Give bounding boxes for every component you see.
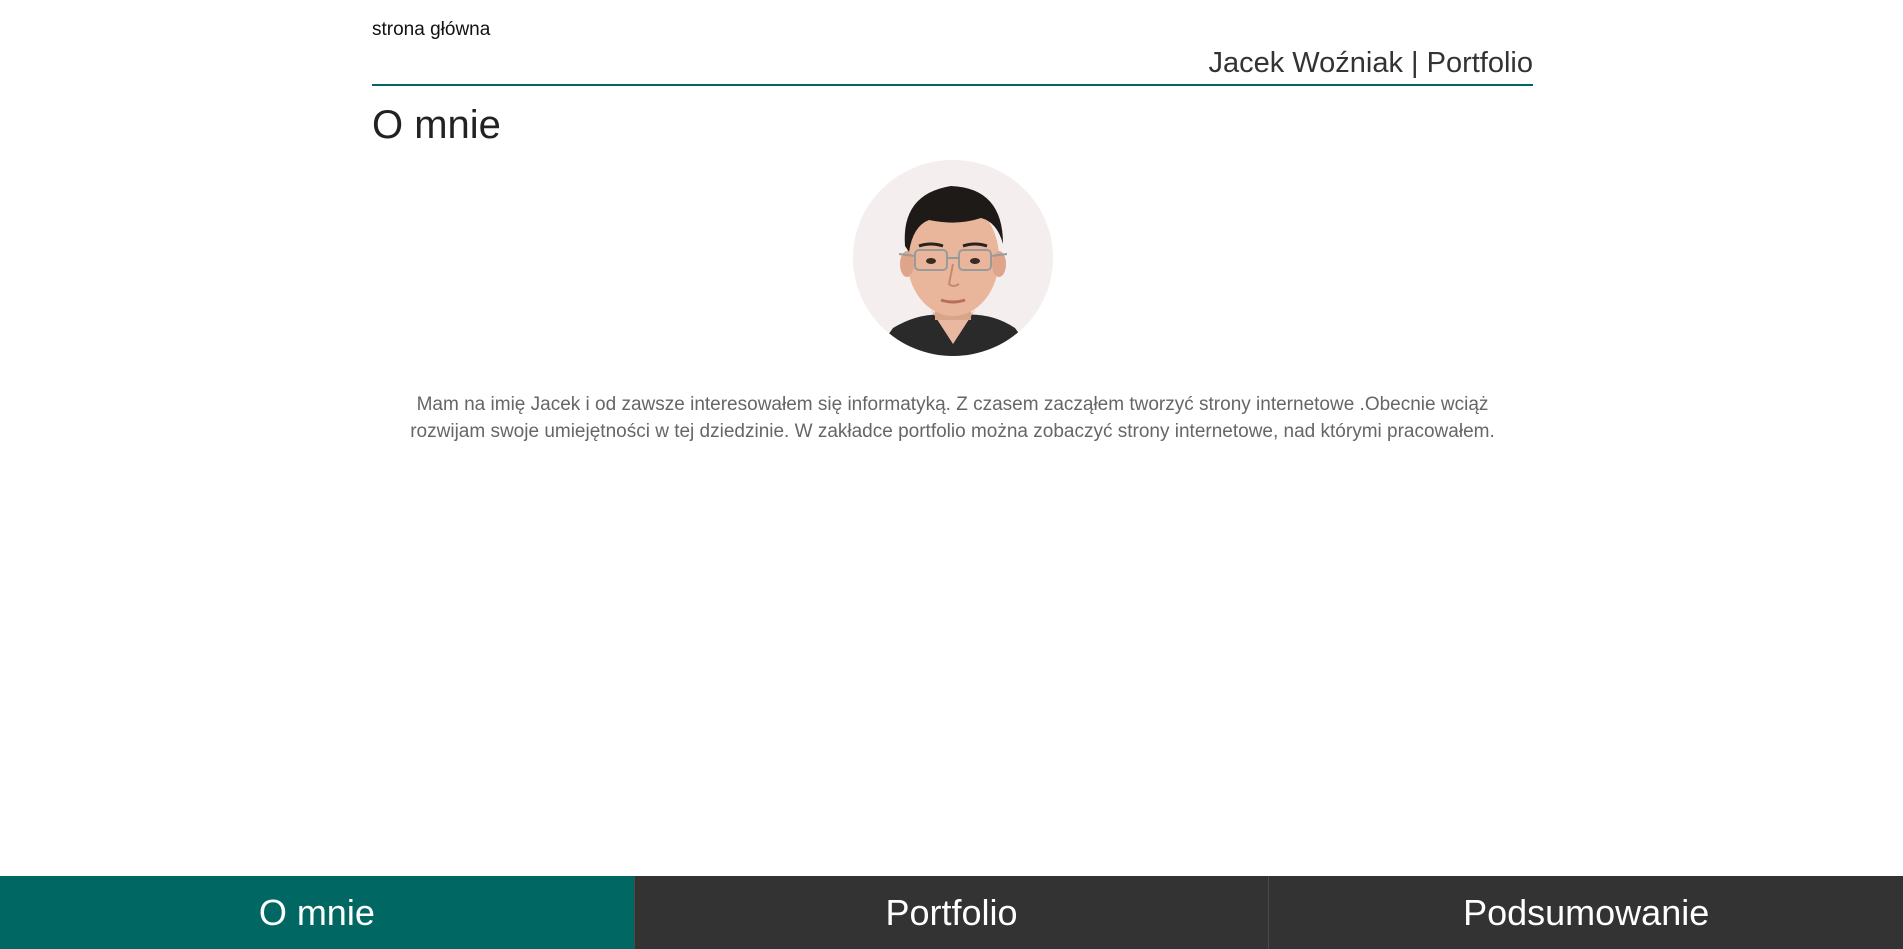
avatar [853,160,1053,356]
section-heading: O mnie [372,103,501,147]
about-text-line: rozwijam swoje umiejętności w tej dziedz… [410,421,1495,442]
nav-item-o-mnie[interactable]: O mnie [0,876,634,949]
header-divider [372,84,1533,86]
home-link[interactable]: strona główna [372,19,490,41]
nav-item-portfolio[interactable]: Portfolio [633,876,1269,949]
about-text: Mam na imię Jacek i od zawsze interesowa… [372,391,1533,445]
site-title: Jacek Woźniak | Portfolio [1208,47,1533,79]
about-text-line: Mam na imię Jacek i od zawsze interesowa… [416,394,1489,415]
bottom-nav: O mnie Portfolio Podsumowanie [0,876,1903,949]
nav-item-podsumowanie[interactable]: Podsumowanie [1268,876,1903,949]
avatar-portrait-image [853,160,1053,356]
page: strona główna Jacek Woźniak | Portfolio … [0,0,1903,949]
